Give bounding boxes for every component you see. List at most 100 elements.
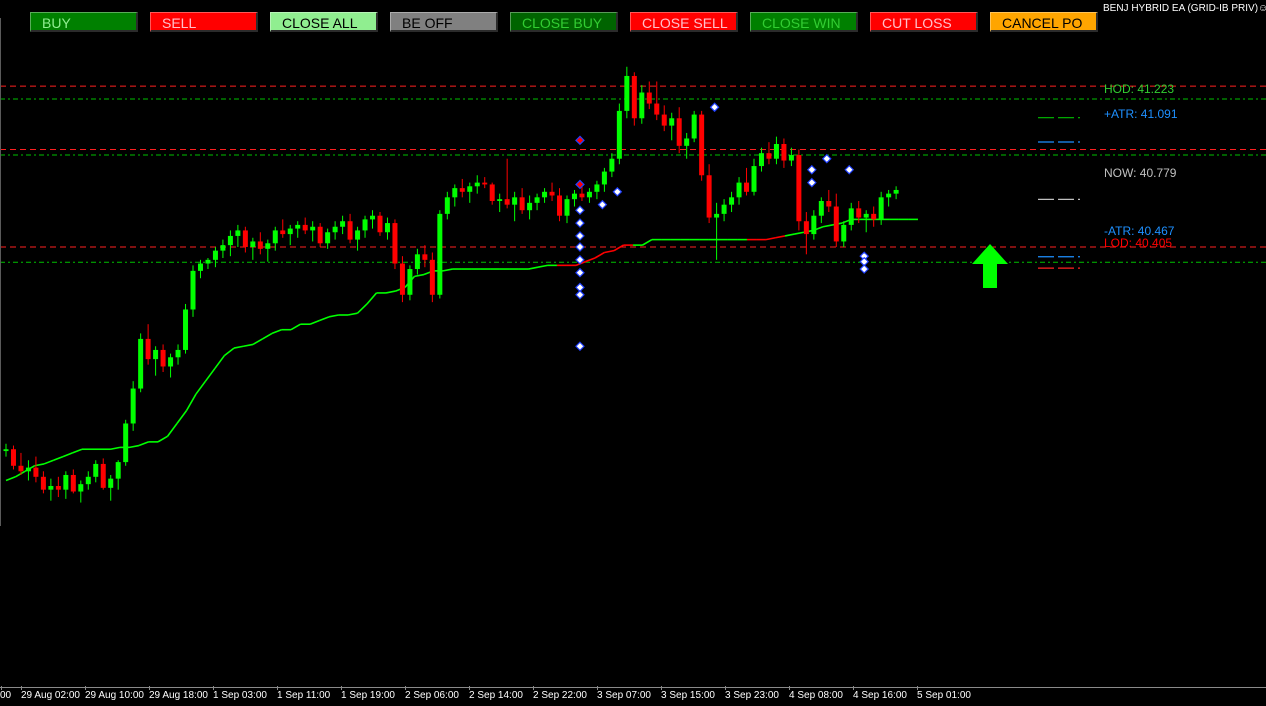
trailing-stop-segment <box>328 314 339 318</box>
x-axis-label: 5 Sep 01:00 <box>917 690 971 701</box>
left-axis-line <box>0 18 1 526</box>
candle-body <box>325 232 331 244</box>
candle-body <box>729 197 735 205</box>
candle-body <box>893 189 899 194</box>
candle-body <box>287 228 293 235</box>
candle-body <box>773 144 779 159</box>
candle-body <box>429 259 435 295</box>
candle-body <box>175 349 181 358</box>
x-axis-label: 4 Sep 08:00 <box>789 690 843 701</box>
cancel-po-button[interactable]: CANCEL PO <box>990 12 1098 32</box>
candle-body <box>63 474 69 490</box>
candle-body <box>781 144 787 161</box>
candle-body <box>594 184 600 192</box>
trailing-stop-segment <box>157 435 168 443</box>
candle-body <box>736 182 742 198</box>
candle-body <box>504 199 510 205</box>
candle-body <box>257 241 263 249</box>
close-buy-button[interactable]: CLOSE BUY <box>510 12 618 32</box>
trailing-stop-segment <box>784 233 795 237</box>
candle-body <box>227 235 233 246</box>
x-axis-label: 1 Sep 11:00 <box>277 690 331 701</box>
candle-body <box>362 219 368 231</box>
candle-body <box>467 186 473 192</box>
candle-body <box>452 188 458 198</box>
candle-body <box>796 155 802 222</box>
candle-body <box>758 153 764 167</box>
trailing-stop-segment <box>385 290 396 294</box>
trade-marker-icon <box>575 267 585 278</box>
x-axis-label: 3 Sep 23:00 <box>725 690 779 701</box>
candle-body <box>646 92 652 104</box>
x-axis-line <box>0 687 1266 688</box>
candle-body <box>55 486 61 490</box>
candle-body <box>242 230 248 247</box>
close-sell-button[interactable]: CLOSE SELL <box>630 12 738 32</box>
buy-button[interactable]: BUY <box>30 12 138 32</box>
candle-body <box>377 215 383 233</box>
trailing-stop-segment <box>822 224 833 228</box>
candle-body <box>527 202 533 211</box>
candle-body <box>25 467 31 472</box>
hod-label: HOD: 41.223 <box>1104 82 1175 96</box>
candle-body <box>803 221 809 235</box>
candle-body <box>370 215 376 220</box>
candle-body <box>332 226 338 233</box>
candle-body <box>714 213 720 218</box>
ea-title: BENJ HYBRID EA (GRID-IB PRIV)☺ <box>1103 3 1266 14</box>
candle-body <box>691 114 697 139</box>
candle-body <box>519 197 525 211</box>
candle-body <box>205 259 211 264</box>
candle-body <box>579 193 585 198</box>
trailing-stop-segment <box>129 444 140 449</box>
trailing-stop-segment <box>5 476 16 482</box>
trade-marker-icon <box>575 218 585 228</box>
trailing-stop-segment <box>585 257 596 263</box>
trailing-stop-segment <box>243 343 254 348</box>
candle-body <box>586 191 592 198</box>
be-off-button[interactable]: BE OFF <box>390 12 498 32</box>
trailing-stop-segment <box>252 338 263 346</box>
candle-body <box>609 158 615 172</box>
trade-marker-icon <box>612 186 623 197</box>
candle-body <box>108 478 114 488</box>
candle-body <box>826 201 832 207</box>
trailing-stop-segment <box>528 266 539 270</box>
candle-body <box>85 476 91 485</box>
candle-body <box>340 221 346 227</box>
trailing-stop-segment <box>775 235 786 239</box>
candle-body <box>355 230 361 240</box>
candle-body <box>220 245 226 251</box>
candle-body <box>669 118 675 126</box>
candle-body <box>414 254 420 270</box>
cut-loss-button[interactable]: CUT LOSS <box>870 12 978 32</box>
x-axis-label: 1 Sep 03:00 <box>213 690 267 701</box>
trailing-stop-segment <box>414 273 425 278</box>
close-win-button[interactable]: CLOSE WIN <box>750 12 858 32</box>
candle-body <box>557 195 563 216</box>
candle-body <box>160 349 166 367</box>
candle-body <box>661 114 667 126</box>
trailing-stop-segment <box>214 354 226 369</box>
candle-body <box>437 213 443 295</box>
trade-marker-icon <box>575 289 585 300</box>
sell-button[interactable]: SELL <box>150 12 258 32</box>
trade-marker-icon <box>806 164 817 175</box>
candle-body <box>392 223 398 264</box>
trailing-stop-segment <box>271 328 282 335</box>
candle-body <box>841 224 847 242</box>
candle-body <box>100 463 106 488</box>
trailing-stop-segment <box>347 312 358 316</box>
candle-body <box>280 230 286 235</box>
trailing-stop-segment <box>642 238 653 246</box>
candle-body <box>616 110 622 159</box>
close-all-button[interactable]: CLOSE ALL <box>270 12 378 32</box>
candle-body <box>70 474 76 492</box>
candle-body <box>721 204 727 214</box>
trailing-stop-segment <box>233 345 244 349</box>
candle-body <box>347 221 353 240</box>
trailing-stop-segment <box>166 423 178 437</box>
candle-body <box>407 269 413 295</box>
candle-body <box>878 197 884 220</box>
trade-marker-icon <box>709 102 720 113</box>
